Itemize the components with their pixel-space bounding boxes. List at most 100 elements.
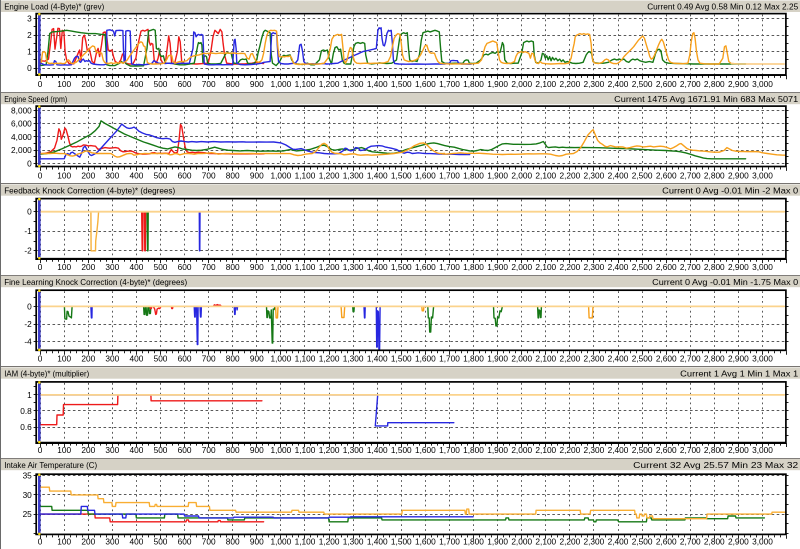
svg-text:2,100: 2,100 (535, 171, 556, 181)
svg-text:1,300: 1,300 (343, 537, 364, 547)
svg-text:800: 800 (226, 262, 240, 272)
svg-text:2,900: 2,900 (728, 354, 749, 364)
svg-text:400: 400 (129, 79, 143, 89)
svg-text:200: 200 (81, 79, 95, 89)
svg-text:100: 100 (57, 79, 71, 89)
svg-text:700: 700 (202, 262, 216, 272)
svg-text:30: 30 (23, 490, 33, 500)
svg-text:100: 100 (57, 171, 71, 181)
svg-text:900: 900 (250, 79, 264, 89)
svg-text:35: 35 (23, 471, 33, 481)
svg-text:Engine Speed (rpm): Engine Speed (rpm) (4, 94, 67, 104)
svg-text:500: 500 (154, 537, 168, 547)
svg-text:100: 100 (57, 537, 71, 547)
svg-text:2,200: 2,200 (560, 354, 581, 364)
svg-text:1,100: 1,100 (295, 445, 316, 455)
svg-text:1,300: 1,300 (343, 445, 364, 455)
svg-text:2,900: 2,900 (728, 171, 749, 181)
svg-text:2,800: 2,800 (704, 262, 725, 272)
svg-text:2,200: 2,200 (560, 79, 581, 89)
svg-text:1,700: 1,700 (439, 79, 460, 89)
svg-text:2,900: 2,900 (728, 79, 749, 89)
svg-text:2,100: 2,100 (535, 537, 556, 547)
svg-text:1,500: 1,500 (391, 537, 412, 547)
svg-text:2,700: 2,700 (680, 79, 701, 89)
svg-text:2,800: 2,800 (704, 171, 725, 181)
svg-text:200: 200 (81, 445, 95, 455)
svg-text:600: 600 (178, 79, 192, 89)
svg-text:Current 32 Avg 25.57 Min 23 Ma: Current 32 Avg 25.57 Min 23 Max 32 (633, 460, 798, 470)
svg-text:400: 400 (129, 354, 143, 364)
svg-text:1,600: 1,600 (415, 537, 436, 547)
svg-text:1,100: 1,100 (295, 262, 316, 272)
svg-text:1,400: 1,400 (367, 354, 388, 364)
svg-text:2,000: 2,000 (511, 537, 532, 547)
svg-text:500: 500 (154, 445, 168, 455)
svg-text:1,500: 1,500 (391, 79, 412, 89)
svg-text:Fine Learning Knock Correction: Fine Learning Knock Correction (4-byte)*… (4, 277, 187, 287)
svg-text:3,000: 3,000 (752, 79, 773, 89)
svg-text:1,700: 1,700 (439, 171, 460, 181)
svg-text:1,800: 1,800 (463, 445, 484, 455)
svg-text:3: 3 (27, 14, 32, 24)
svg-text:2,200: 2,200 (560, 537, 581, 547)
svg-text:800: 800 (226, 171, 240, 181)
svg-text:2,000: 2,000 (511, 79, 532, 89)
svg-text:Current 0 Avg -0.01 Min -2 Max: Current 0 Avg -0.01 Min -2 Max 0 (662, 185, 798, 195)
svg-text:1,300: 1,300 (343, 354, 364, 364)
svg-text:0: 0 (27, 158, 32, 168)
svg-text:600: 600 (178, 537, 192, 547)
svg-text:2,700: 2,700 (680, 354, 701, 364)
svg-text:-4: -4 (24, 337, 32, 347)
svg-text:IAM (4-byte)* (multiplier): IAM (4-byte)* (multiplier) (4, 368, 89, 378)
svg-text:300: 300 (105, 79, 119, 89)
svg-text:800: 800 (226, 79, 240, 89)
svg-text:2,400: 2,400 (608, 171, 629, 181)
svg-text:700: 700 (202, 445, 216, 455)
svg-text:0: 0 (38, 79, 43, 89)
svg-text:300: 300 (105, 445, 119, 455)
svg-text:900: 900 (250, 537, 264, 547)
svg-text:200: 200 (81, 262, 95, 272)
svg-text:1,400: 1,400 (367, 445, 388, 455)
svg-text:2,200: 2,200 (560, 171, 581, 181)
svg-text:-2: -2 (24, 246, 32, 256)
svg-text:1,600: 1,600 (415, 79, 436, 89)
svg-text:1,900: 1,900 (487, 445, 508, 455)
svg-text:1,500: 1,500 (391, 262, 412, 272)
svg-text:900: 900 (250, 171, 264, 181)
svg-text:2,500: 2,500 (632, 262, 653, 272)
svg-text:1,500: 1,500 (391, 354, 412, 364)
svg-text:2,500: 2,500 (632, 537, 653, 547)
svg-text:2,000: 2,000 (511, 171, 532, 181)
svg-text:600: 600 (178, 262, 192, 272)
svg-text:2,800: 2,800 (704, 354, 725, 364)
svg-text:1,400: 1,400 (367, 537, 388, 547)
svg-text:600: 600 (178, 171, 192, 181)
svg-text:700: 700 (202, 79, 216, 89)
svg-text:1,500: 1,500 (391, 445, 412, 455)
svg-text:2,300: 2,300 (584, 79, 605, 89)
svg-text:2,400: 2,400 (608, 79, 629, 89)
svg-text:2,800: 2,800 (704, 79, 725, 89)
svg-text:1,400: 1,400 (367, 262, 388, 272)
svg-text:2,100: 2,100 (535, 445, 556, 455)
svg-text:500: 500 (154, 262, 168, 272)
svg-text:1,000: 1,000 (271, 537, 292, 547)
svg-text:1,700: 1,700 (439, 354, 460, 364)
svg-text:1,000: 1,000 (271, 79, 292, 89)
svg-text:1,200: 1,200 (319, 537, 340, 547)
svg-text:2,100: 2,100 (535, 354, 556, 364)
svg-text:2,300: 2,300 (584, 171, 605, 181)
svg-text:2,400: 2,400 (608, 445, 629, 455)
svg-text:1,300: 1,300 (343, 79, 364, 89)
svg-text:400: 400 (129, 537, 143, 547)
svg-text:1: 1 (27, 390, 32, 400)
svg-text:4,000: 4,000 (11, 132, 32, 142)
svg-text:1,100: 1,100 (295, 79, 316, 89)
svg-text:25: 25 (23, 509, 33, 519)
svg-text:1,800: 1,800 (463, 354, 484, 364)
svg-text:1,700: 1,700 (439, 262, 460, 272)
svg-text:1,800: 1,800 (463, 262, 484, 272)
svg-text:0: 0 (27, 207, 32, 217)
